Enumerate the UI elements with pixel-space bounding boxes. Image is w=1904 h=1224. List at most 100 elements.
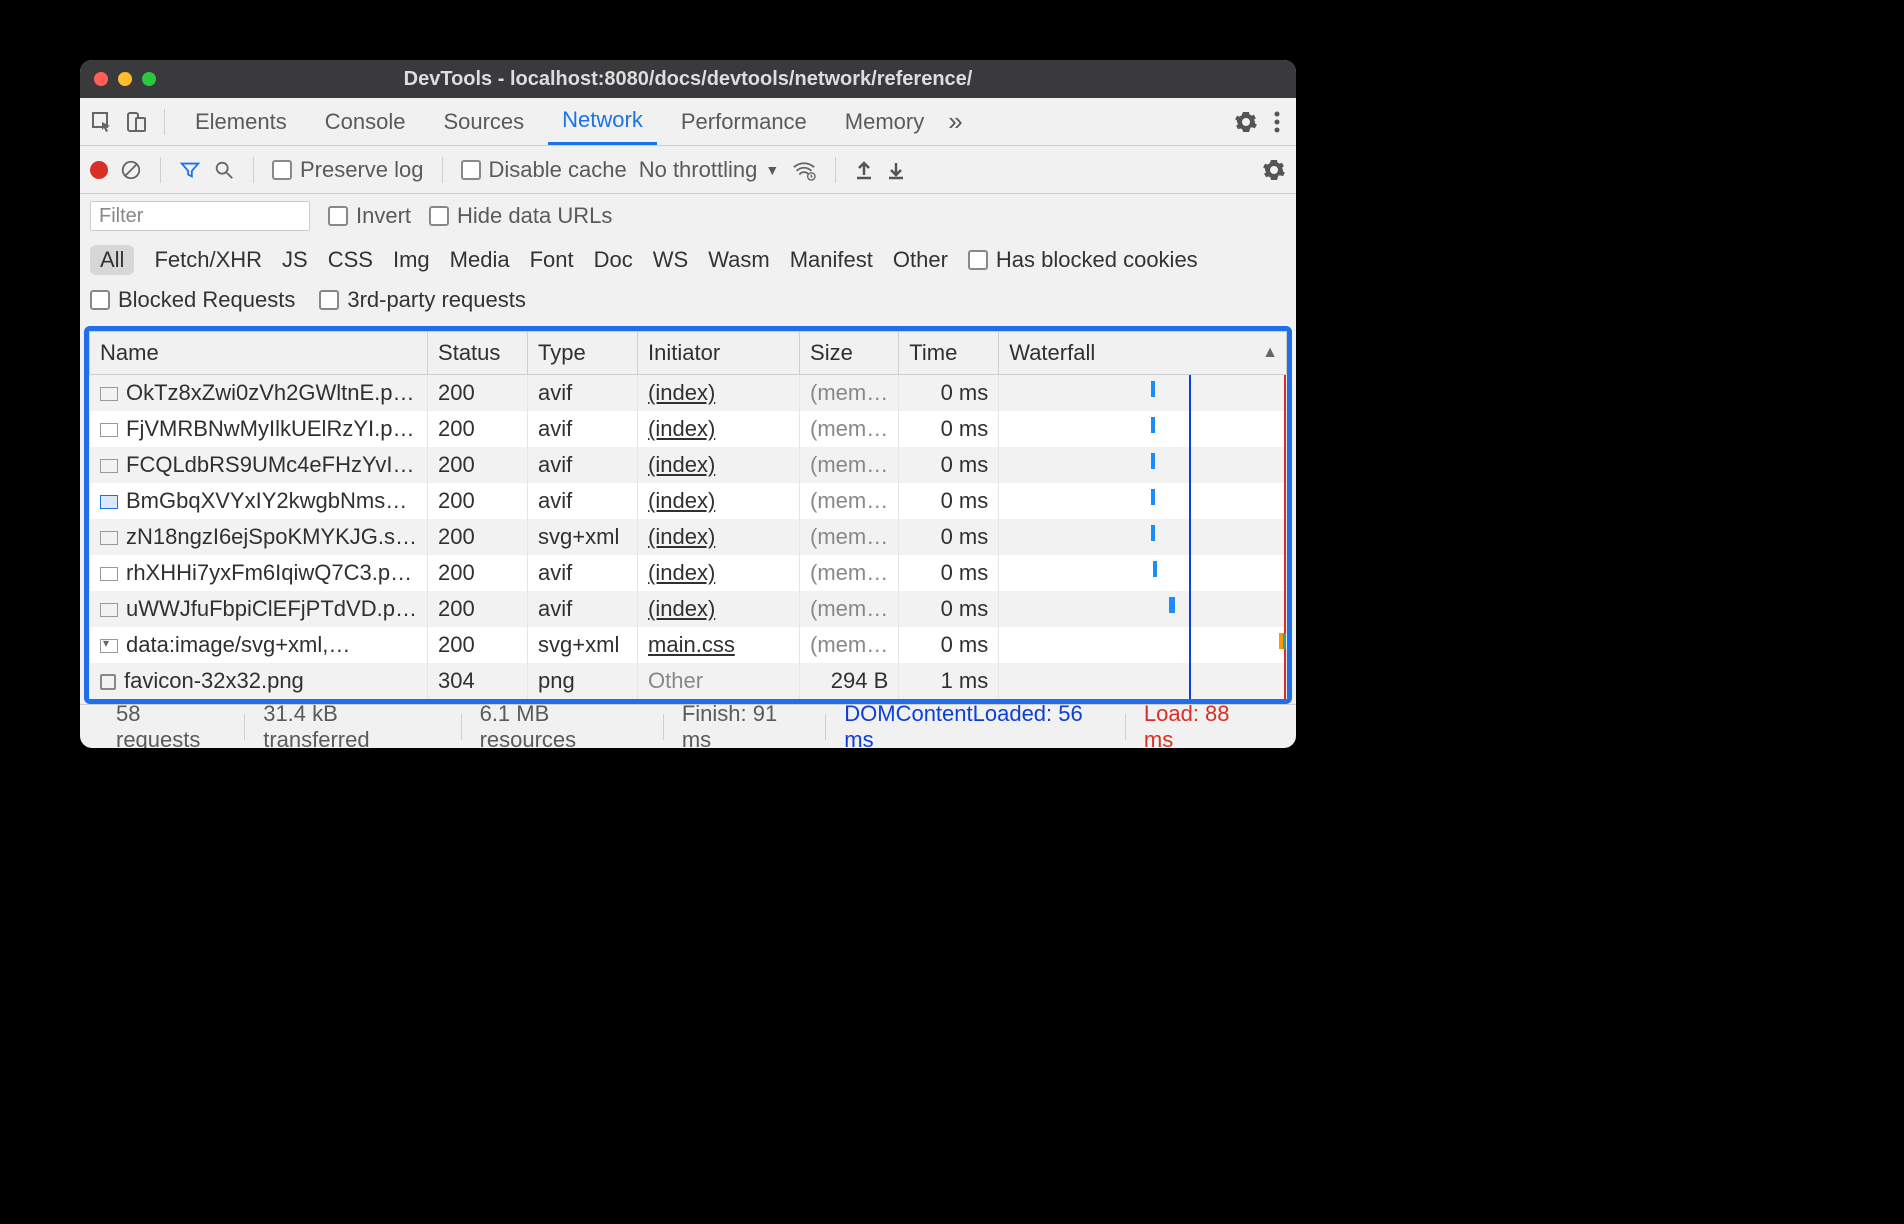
type-filter-css[interactable]: CSS: [328, 247, 373, 273]
cell-waterfall: [999, 627, 1287, 663]
type-filter-font[interactable]: Font: [530, 247, 574, 273]
table-row[interactable]: zN18ngzI6ejSpoKMYKJG.s…200svg+xml(index)…: [90, 519, 1287, 555]
table-row[interactable]: OkTz8xZwi0zVh2GWltnE.p…200avif(index)(me…: [90, 375, 1287, 412]
hide-data-urls-checkbox[interactable]: Hide data URLs: [429, 203, 612, 229]
col-time[interactable]: Time: [899, 332, 999, 375]
tab-sources[interactable]: Sources: [429, 98, 538, 145]
table-row[interactable]: BmGbqXVYxIY2kwgbNms…200avif(index)(mem…0…: [90, 483, 1287, 519]
network-conditions-icon[interactable]: [791, 159, 817, 181]
download-har-icon[interactable]: [886, 159, 906, 181]
table-row[interactable]: favicon-32x32.png304pngOther294 B1 ms: [90, 663, 1287, 699]
disable-cache-checkbox[interactable]: Disable cache: [461, 157, 627, 183]
tab-network[interactable]: Network: [548, 98, 657, 145]
settings-gear-icon[interactable]: [1234, 110, 1258, 134]
tab-elements[interactable]: Elements: [181, 98, 301, 145]
file-type-icon: [100, 387, 118, 401]
table-row[interactable]: rhXHHi7yxFm6IqiwQ7C3.p…200avif(index)(me…: [90, 555, 1287, 591]
filter-input[interactable]: Filter: [90, 201, 310, 231]
close-window-button[interactable]: [94, 72, 108, 86]
upload-har-icon[interactable]: [854, 159, 874, 181]
dcl-line: [1189, 447, 1191, 483]
window-title: DevTools - localhost:8080/docs/devtools/…: [80, 68, 1296, 91]
col-initiator[interactable]: Initiator: [638, 332, 800, 375]
requests-table: Name Status Type Initiator Size Time Wat…: [89, 331, 1287, 699]
kebab-menu-icon[interactable]: [1268, 111, 1286, 133]
third-party-checkbox[interactable]: 3rd-party requests: [319, 287, 526, 313]
cell-type: svg+xml: [528, 627, 638, 663]
initiator-link[interactable]: (index): [648, 452, 715, 477]
file-type-icon: [100, 459, 118, 473]
type-filter-ws[interactable]: WS: [653, 247, 688, 273]
cell-initiator: (index): [638, 411, 800, 447]
type-filter-all[interactable]: All: [90, 245, 134, 275]
initiator-link[interactable]: (index): [648, 596, 715, 621]
dcl-line: [1189, 375, 1191, 411]
checkbox-label: Preserve log: [300, 157, 424, 183]
initiator-link[interactable]: (index): [648, 416, 715, 441]
load-line: [1284, 519, 1286, 555]
initiator-link[interactable]: (index): [648, 488, 715, 513]
cell-initiator: (index): [638, 555, 800, 591]
table-row[interactable]: FCQLdbRS9UMc4eFHzYvI…200avif(index)(mem……: [90, 447, 1287, 483]
type-filter-other[interactable]: Other: [893, 247, 948, 273]
col-name[interactable]: Name: [90, 332, 428, 375]
throttling-select[interactable]: No throttling ▼: [639, 157, 779, 183]
minimize-window-button[interactable]: [118, 72, 132, 86]
tab-memory[interactable]: Memory: [831, 98, 938, 145]
type-filter-manifest[interactable]: Manifest: [790, 247, 873, 273]
col-status[interactable]: Status: [428, 332, 528, 375]
col-waterfall[interactable]: Waterfall▲: [999, 332, 1287, 375]
col-type[interactable]: Type: [528, 332, 638, 375]
divider: [442, 157, 443, 183]
cell-type: avif: [528, 375, 638, 412]
initiator-link[interactable]: (index): [648, 524, 715, 549]
filter-icon[interactable]: [179, 159, 201, 181]
cell-status: 200: [428, 411, 528, 447]
dcl-line: [1189, 627, 1191, 663]
checkbox-icon: [968, 250, 988, 270]
waterfall-bar: [1153, 561, 1159, 577]
record-button[interactable]: [90, 161, 108, 179]
cell-time: 0 ms: [899, 591, 999, 627]
checkbox-icon: [429, 206, 449, 226]
type-filter-wasm[interactable]: Wasm: [708, 247, 770, 273]
cell-status: 200: [428, 591, 528, 627]
type-filter-img[interactable]: Img: [393, 247, 430, 273]
initiator-link[interactable]: (index): [648, 380, 715, 405]
search-icon[interactable]: [213, 159, 235, 181]
blocked-requests-checkbox[interactable]: Blocked Requests: [90, 287, 295, 313]
load-line: [1284, 447, 1286, 483]
select-element-icon[interactable]: [90, 110, 114, 134]
tab-performance[interactable]: Performance: [667, 98, 821, 145]
table-row[interactable]: data:image/svg+xml,…200svg+xmlmain.css(m…: [90, 627, 1287, 663]
type-filter-doc[interactable]: Doc: [594, 247, 633, 273]
type-filter-media[interactable]: Media: [450, 247, 510, 273]
tab-console[interactable]: Console: [311, 98, 420, 145]
cell-size: (mem…: [800, 519, 899, 555]
invert-checkbox[interactable]: Invert: [328, 203, 411, 229]
preserve-log-checkbox[interactable]: Preserve log: [272, 157, 424, 183]
table-row[interactable]: uWWJfuFbpiClEFjPTdVD.p…200avif(index)(me…: [90, 591, 1287, 627]
initiator-link[interactable]: main.css: [648, 632, 735, 657]
extra-filter-bar: Blocked Requests 3rd-party requests: [80, 282, 1296, 326]
throttling-label: No throttling: [639, 157, 758, 183]
cell-initiator: (index): [638, 519, 800, 555]
has-blocked-cookies-checkbox[interactable]: Has blocked cookies: [968, 247, 1198, 273]
table-row[interactable]: FjVMRBNwMyIlkUElRzYI.p…200avif(index)(me…: [90, 411, 1287, 447]
type-filter-fetch[interactable]: Fetch/XHR: [154, 247, 262, 273]
device-toggle-icon[interactable]: [124, 110, 148, 134]
clear-icon[interactable]: [120, 159, 142, 181]
cell-time: 1 ms: [899, 663, 999, 699]
file-type-icon: [100, 674, 116, 690]
panel-settings-gear-icon[interactable]: [1262, 158, 1286, 182]
more-tabs-icon[interactable]: »: [948, 106, 962, 137]
status-transferred: 31.4 kB transferred: [245, 701, 460, 749]
devtools-window: DevTools - localhost:8080/docs/devtools/…: [80, 60, 1296, 748]
type-filter-js[interactable]: JS: [282, 247, 308, 273]
tab-label: Sources: [443, 109, 524, 135]
cell-waterfall: [999, 375, 1287, 412]
col-size[interactable]: Size: [800, 332, 899, 375]
maximize-window-button[interactable]: [142, 72, 156, 86]
cell-size: (mem…: [800, 447, 899, 483]
initiator-link[interactable]: (index): [648, 560, 715, 585]
